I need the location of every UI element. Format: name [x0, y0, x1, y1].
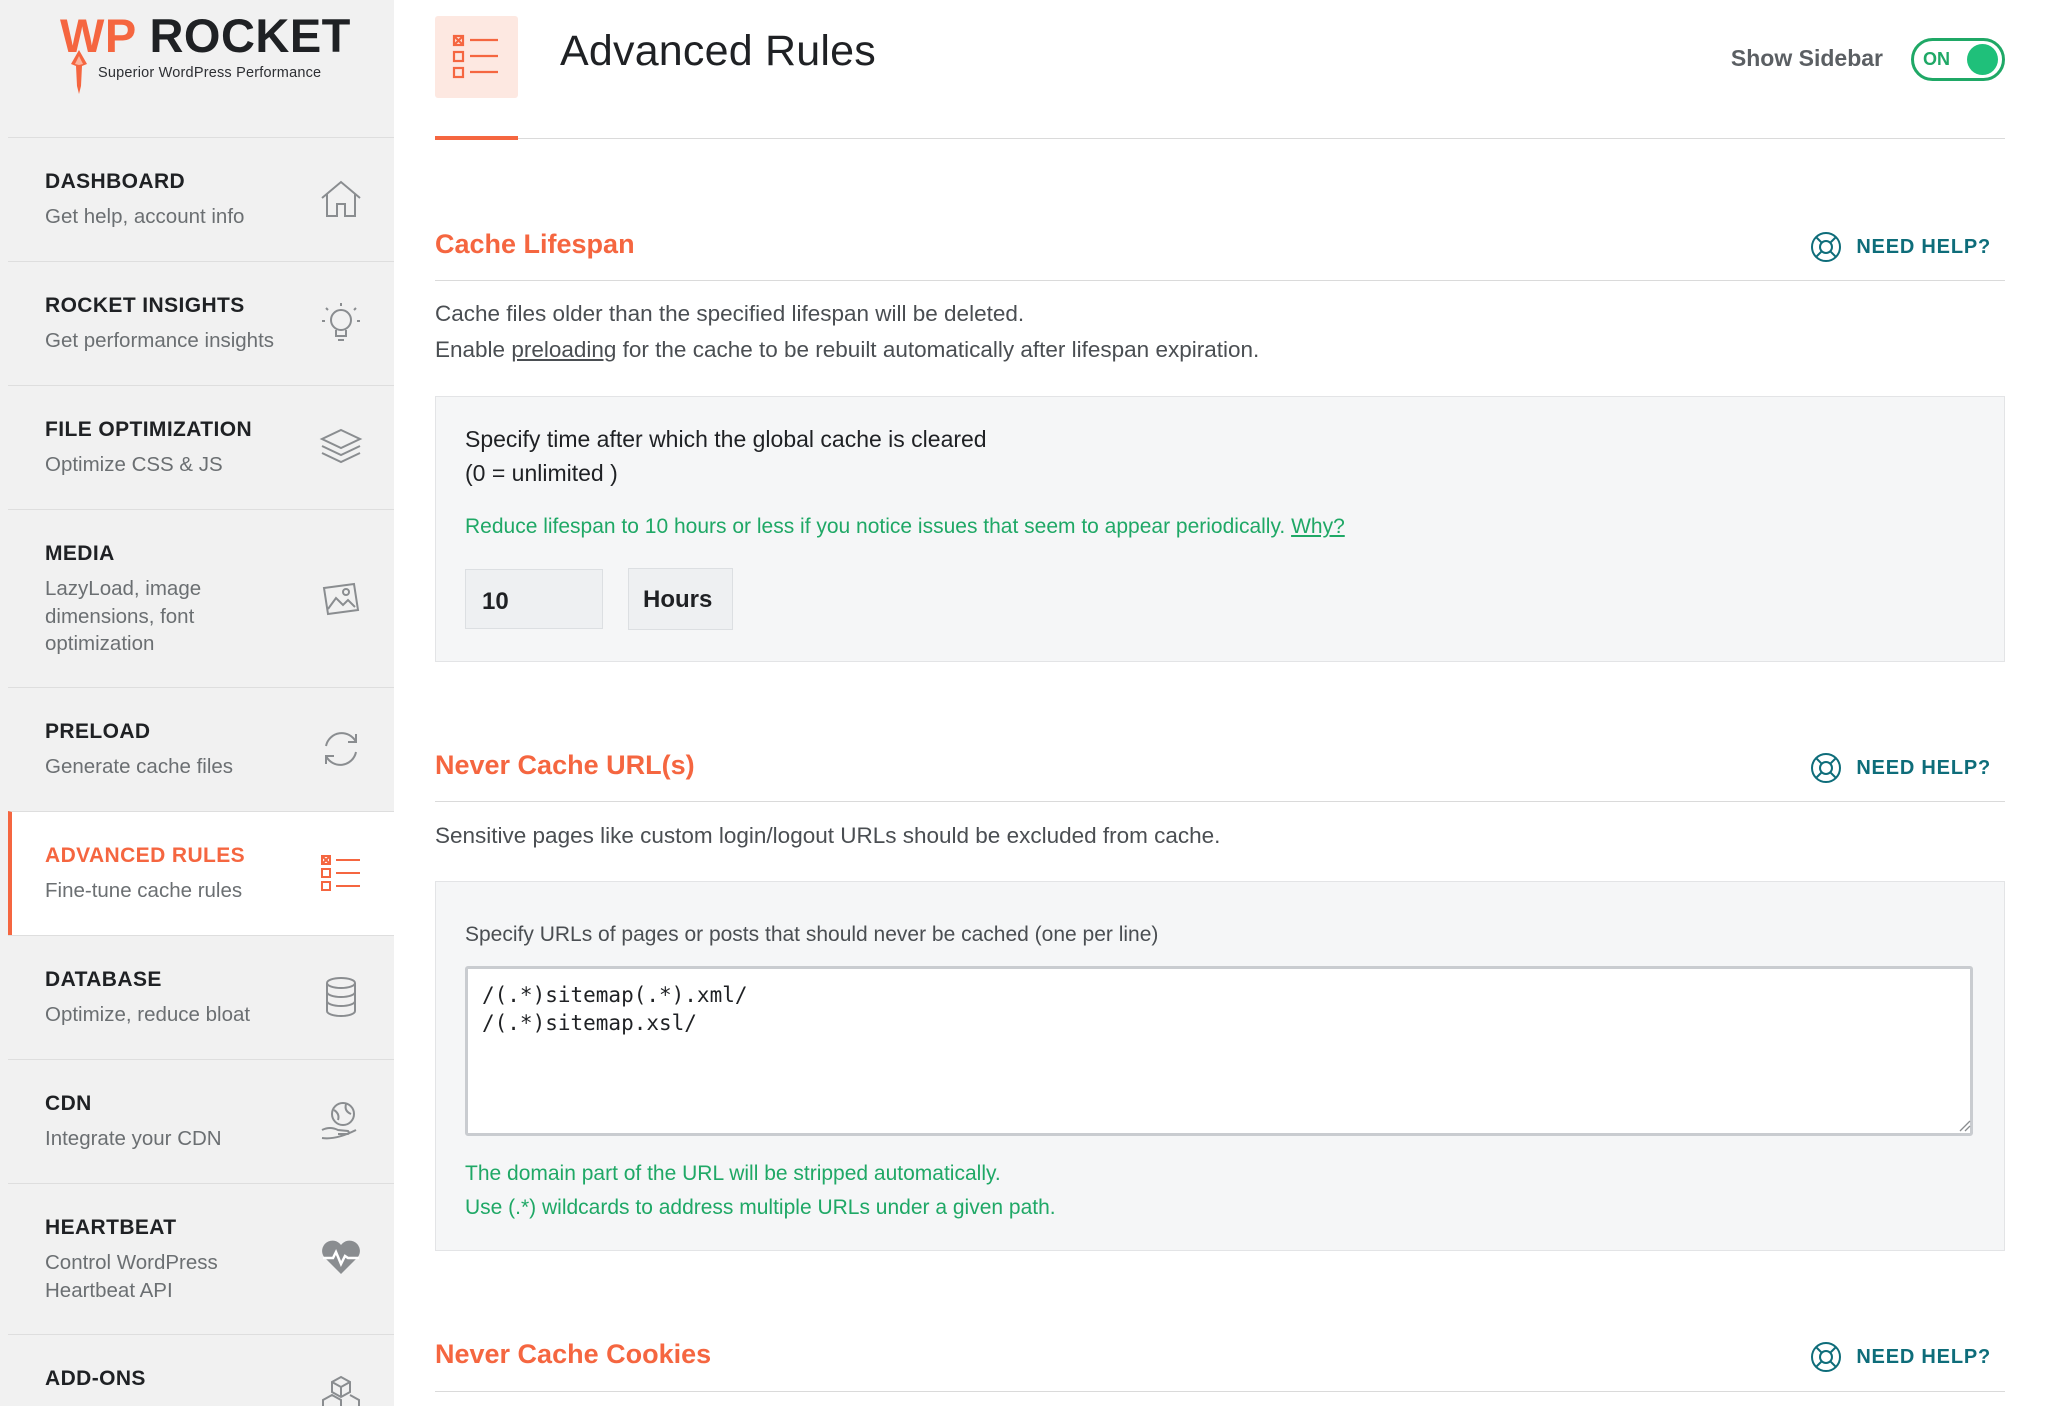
never-cache-urls-divider [435, 801, 2005, 802]
sidebar-item-database[interactable]: DATABASE Optimize, reduce bloat [8, 935, 394, 1059]
resize-grip-icon[interactable] [1959, 1120, 1971, 1132]
lifebuoy-icon [1811, 232, 1842, 262]
sidebar-item-subtitle: Integrate your CDN [45, 1127, 222, 1150]
never-cache-urls-help-link[interactable]: NEED HELP? [1810, 752, 1991, 784]
sidebar-item-heartbeat[interactable]: HEARTBEAT Control WordPress Heartbeat AP… [8, 1183, 394, 1334]
sidebar-item-dashboard[interactable]: DASHBOARD Get help, account info [8, 137, 394, 261]
sidebar-item-subtitle: Get help, account info [45, 205, 245, 228]
page-icon [435, 16, 518, 98]
field-label-line: Specify time after which the global cach… [465, 426, 987, 452]
house-icon [321, 180, 361, 217]
toggle-state-label: ON [1923, 49, 1950, 69]
logo-rocket: ROCKET [149, 9, 351, 62]
cache-lifespan-help-link[interactable]: NEED HELP? [1810, 231, 1991, 263]
preloading-link[interactable]: preloading [511, 337, 616, 362]
header-divider [435, 138, 2005, 139]
need-help-label: NEED HELP? [1856, 756, 1991, 779]
never-cache-cookies-title: Never Cache Cookies [435, 1339, 712, 1369]
urls-field-label: Specify URLs of pages or posts that shou… [465, 923, 1159, 946]
cache-lifespan-panel: Specify time after which the global cach… [435, 396, 2005, 662]
sidebar-item-add-ons[interactable]: ADD-ONS [8, 1334, 394, 1406]
field-label-line: (0 = unlimited ) [465, 460, 618, 486]
rocket-flame-icon [71, 50, 87, 94]
lifespan-field-label: Specify time after which the global cach… [465, 422, 987, 490]
wp-rocket-logo[interactable]: WP ROCKET Superior WordPress Performance [60, 6, 360, 96]
show-sidebar-toggle[interactable]: ON [1911, 38, 2005, 81]
description-line: Enable preloading for the cache to be re… [435, 332, 1259, 368]
header-accent-bar [435, 136, 518, 140]
page-title: Advanced Rules [560, 27, 876, 75]
database-icon [326, 977, 356, 1017]
hint-line: Use (.*) wildcards to address multiple U… [465, 1196, 1056, 1219]
sidebar: WP ROCKET Superior WordPress Performance… [0, 0, 394, 1406]
show-sidebar-label: Show Sidebar [1730, 45, 1883, 71]
description-line: Cache files older than the specified lif… [435, 301, 1025, 326]
cubes-icon [322, 1375, 360, 1406]
never-cache-urls-panel: Specify URLs of pages or posts that shou… [435, 881, 2005, 1251]
cache-lifespan-title: Cache Lifespan [435, 229, 635, 259]
need-help-label: NEED HELP? [1856, 1345, 1991, 1368]
urls-hint: The domain part of the URL will be strip… [465, 1157, 1056, 1225]
sidebar-item-subtitle: Optimize, reduce bloat [45, 1003, 251, 1026]
never-cache-urls-description: Sensitive pages like custom login/logout… [435, 823, 1221, 848]
sidebar-item-file-optimization[interactable]: FILE OPTIMIZATION Optimize CSS & JS [8, 385, 394, 509]
never-cache-cookies-divider [435, 1391, 2005, 1392]
sidebar-item-rocket-insights[interactable]: ROCKET INSIGHTS Get performance insights [8, 261, 394, 385]
never-cache-urls-title: Never Cache URL(s) [435, 750, 695, 780]
sidebar-item-subtitle: Fine-tune cache rules [45, 879, 243, 902]
refresh-icon [325, 732, 357, 766]
cache-lifespan-divider [435, 280, 2005, 281]
why-link[interactable]: Why? [1291, 515, 1345, 538]
sidebar-item-preload[interactable]: PRELOAD Generate cache files [8, 687, 394, 811]
sidebar-item-advanced-rules[interactable]: ADVANCED RULES Fine-tune cache rules [8, 811, 394, 935]
logo-title: WP ROCKET [60, 8, 351, 63]
sidebar-item-subtitle: Control WordPress Heartbeat API [45, 1251, 218, 1302]
never-cache-urls-textarea[interactable]: /(.*)sitemap(.*).xml/ /(.*)sitemap.xsl/ [465, 966, 1973, 1136]
images-icon [322, 582, 360, 616]
layers-icon [319, 428, 363, 464]
lifebuoy-icon [1811, 1342, 1842, 1372]
sidebar-item-media[interactable]: MEDIA LazyLoad, image dimensions, font o… [8, 509, 394, 687]
heartbeat-icon [322, 1240, 360, 1274]
toggle-knob [1967, 44, 1998, 75]
lifespan-unit-select[interactable]: Hours [628, 568, 733, 630]
hint-text: Reduce lifespan to 10 hours or less if y… [465, 515, 1292, 538]
hint-line: The domain part of the URL will be strip… [465, 1162, 1001, 1185]
sidebar-item-cdn[interactable]: CDN Integrate your CDN [8, 1059, 394, 1183]
sidebar-nav: DASHBOARD Get help, account info ROCKET … [8, 137, 394, 1406]
description-text: Enable [435, 337, 512, 362]
lifespan-number-input[interactable]: 10 [465, 569, 603, 629]
description-text: for the cache to be rebuilt automaticall… [616, 337, 1260, 362]
need-help-label: NEED HELP? [1856, 235, 1991, 258]
never-cache-cookies-help-link[interactable]: NEED HELP? [1810, 1341, 1991, 1373]
globe-hand-icon [321, 1102, 357, 1140]
main-content: Advanced Rules Show Sidebar ON Cache Lif… [435, 0, 2005, 1406]
checklist-icon [452, 34, 498, 79]
cache-lifespan-description: Cache files older than the specified lif… [435, 296, 1259, 368]
lifebuoy-icon [1811, 753, 1842, 783]
sidebar-item-subtitle: Get performance insights [45, 329, 275, 352]
lightbulb-icon [322, 303, 360, 341]
logo-tagline: Superior WordPress Performance [98, 65, 322, 81]
sidebar-item-subtitle: Generate cache files [45, 755, 234, 778]
sidebar-item-subtitle: Optimize CSS & JS [45, 453, 223, 476]
checklist-icon [321, 855, 360, 891]
sidebar-item-title: MEDIA [45, 542, 115, 565]
sidebar-item-subtitle: LazyLoad, image dimensions, font optimiz… [45, 577, 202, 655]
lifespan-hint: Reduce lifespan to 10 hours or less if y… [465, 510, 1345, 544]
